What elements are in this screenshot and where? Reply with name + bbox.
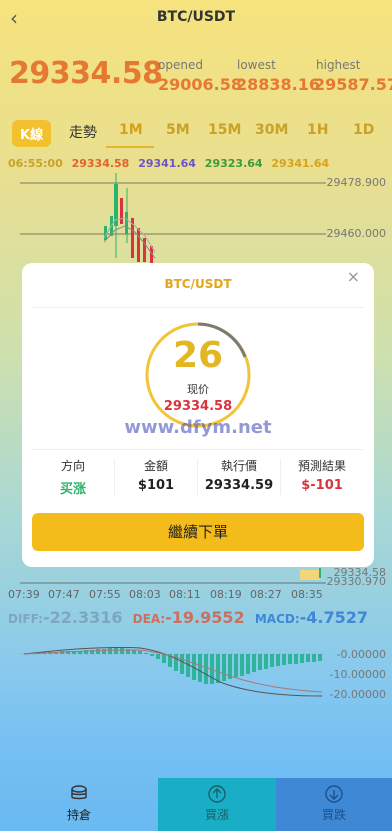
nav-buy-up-label: 買漲 <box>204 808 229 822</box>
amount-label: 金額 <box>143 459 168 473</box>
order-result-modal: × BTC/USDT 26 现价 29334.58 www.dfym.net 方… <box>22 263 374 567</box>
direction-label: 方向 <box>60 459 85 473</box>
bottom-nav: 持倉 買漲 買跌 <box>0 778 392 831</box>
modal-current-price: 29334.58 <box>163 399 233 414</box>
result-col: 預測結果 $-101 <box>281 455 363 503</box>
coins-icon <box>71 785 87 800</box>
current-price-label: 现价 <box>187 383 209 396</box>
nav-positions[interactable]: 持倉 <box>0 778 158 831</box>
modal-title: BTC/USDT <box>164 277 232 291</box>
divider <box>32 449 364 450</box>
amount-value: $101 <box>137 478 175 493</box>
nav-buy-down-label: 買跌 <box>321 808 346 822</box>
result-label: 預測結果 <box>297 459 346 473</box>
exec-price-value: 29334.59 <box>204 478 274 493</box>
direction-value: 买涨 <box>59 482 86 497</box>
nav-buy-up[interactable]: 買漲 <box>158 778 276 831</box>
result-value: $-101 <box>301 478 343 493</box>
direction-col: 方向 买涨 <box>32 455 114 503</box>
nav-positions-label: 持倉 <box>66 808 91 822</box>
continue-order-button[interactable]: 繼續下單 <box>32 513 364 551</box>
exec-price-col: 執行價 29334.59 <box>198 455 280 503</box>
divider <box>32 307 364 308</box>
modal-overlay: × BTC/USDT 26 现价 29334.58 www.dfym.net 方… <box>0 0 392 831</box>
nav-buy-down[interactable]: 買跌 <box>276 778 392 831</box>
amount-col: 金額 $101 <box>115 455 197 503</box>
exec-price-label: 執行價 <box>220 459 257 473</box>
arrow-down-circle-icon <box>325 785 343 803</box>
arrow-up-circle-icon <box>208 785 226 803</box>
watermark: www.dfym.net <box>124 417 272 438</box>
countdown-number: 26 <box>172 335 224 376</box>
